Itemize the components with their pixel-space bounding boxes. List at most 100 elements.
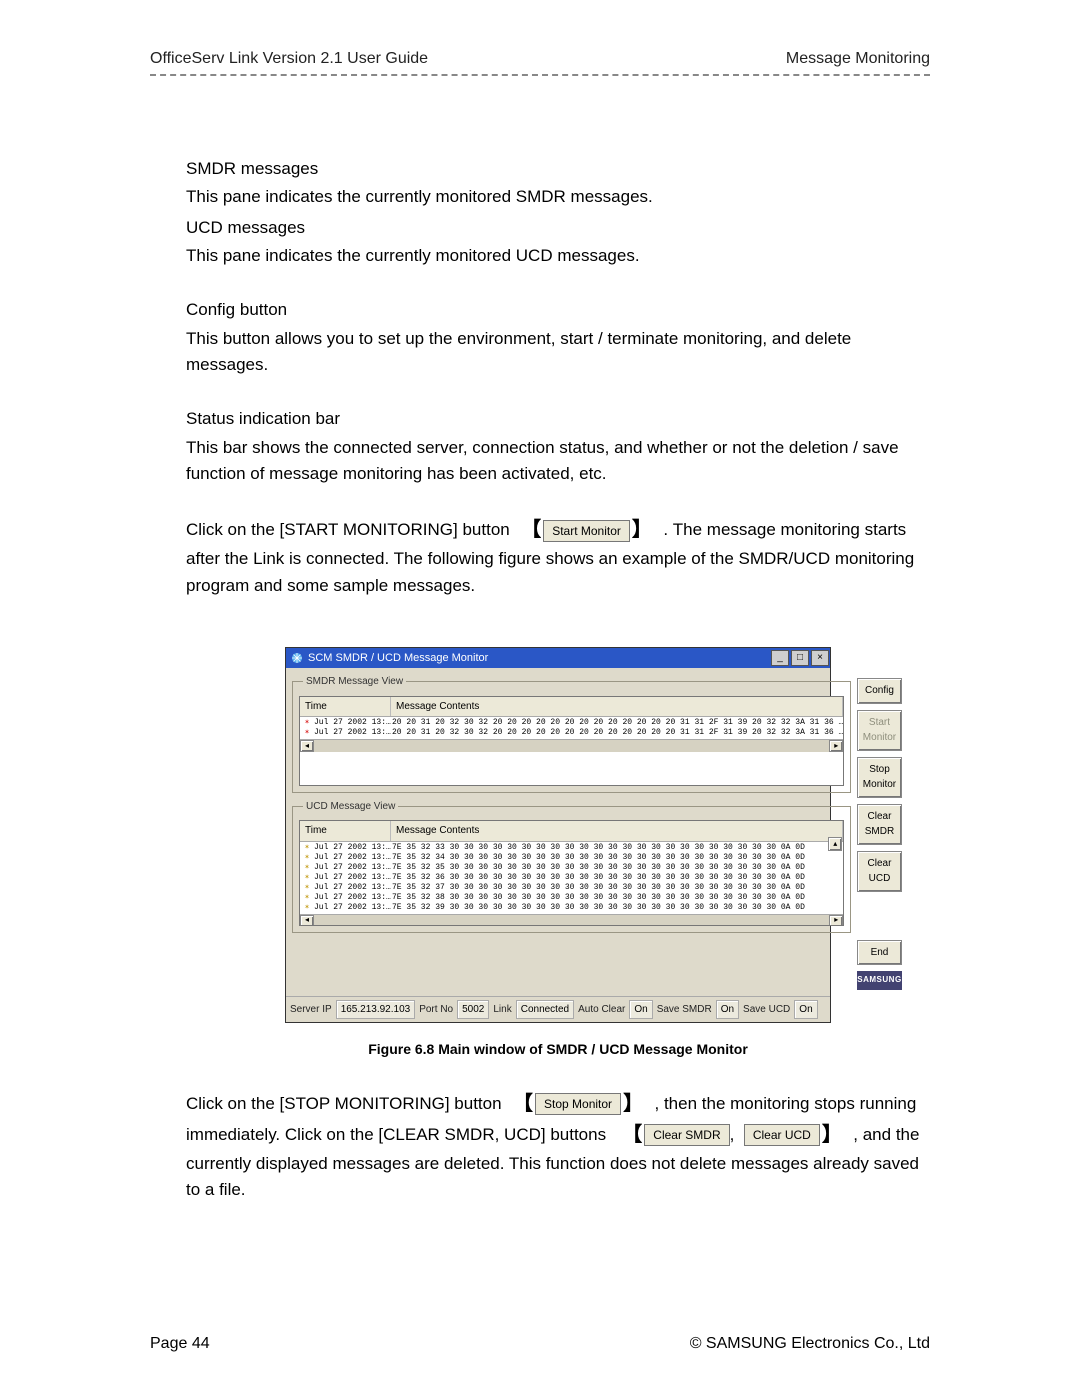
start-instruction: Click on the [START MONITORING] button 【… bbox=[186, 515, 930, 599]
scroll-left-icon[interactable]: ◂ bbox=[300, 740, 314, 752]
list-item[interactable]: ✶Jul 27 2002 13:48…20 20 31 20 32 30 32 … bbox=[300, 728, 843, 738]
status-autoclear-label: Auto Clear bbox=[578, 1002, 625, 1018]
rx-icon: ✶ bbox=[302, 903, 312, 913]
row-message: 7E 35 32 39 30 30 30 30 30 30 30 30 30 3… bbox=[392, 903, 843, 913]
clear-smdr-inline-button: Clear SMDR bbox=[644, 1124, 729, 1146]
stop-monitor-inline-button: Stop Monitor bbox=[535, 1093, 621, 1115]
status-link-value: Connected bbox=[516, 1000, 574, 1020]
samsung-logo: SAMSUNG bbox=[857, 971, 901, 989]
start-monitor-button[interactable]: Start Monitor bbox=[857, 710, 901, 751]
end-button[interactable]: End bbox=[857, 940, 901, 966]
row-time: Jul 27 2002 13:48… bbox=[314, 853, 392, 863]
scroll-right-icon[interactable]: ▸ bbox=[829, 740, 843, 752]
close-button[interactable]: × bbox=[811, 650, 829, 666]
status-autoclear-value: On bbox=[629, 1000, 652, 1020]
status-port-value: 5002 bbox=[457, 1000, 489, 1020]
smdr-list[interactable]: Time Message Contents ✶Jul 27 2002 13:48… bbox=[299, 696, 844, 786]
row-time: Jul 27 2002 13:48… bbox=[314, 728, 392, 738]
stop-monitor-button[interactable]: Stop Monitor bbox=[857, 757, 901, 798]
smdr-ucd-section: SMDR messages This pane indicates the cu… bbox=[186, 156, 930, 269]
scroll-right-icon[interactable]: ▸ bbox=[829, 915, 843, 927]
header-left: OfficeServ Link Version 2.1 User Guide bbox=[150, 50, 428, 68]
monitor-window: SCM SMDR / UCD Message Monitor _ □ × SMD… bbox=[285, 647, 831, 1023]
scroll-track[interactable] bbox=[314, 915, 829, 927]
figure-window-screenshot: SCM SMDR / UCD Message Monitor _ □ × SMD… bbox=[285, 647, 831, 1023]
list-item[interactable]: ✶Jul 27 2002 13:48…7E 35 32 34 30 30 30 … bbox=[300, 853, 843, 863]
ucd-group: UCD Message View Time Message Contents ▴… bbox=[292, 799, 851, 934]
list-item[interactable]: ✶Jul 27 2002 13:48…7E 35 32 35 30 30 30 … bbox=[300, 863, 843, 873]
list-item[interactable]: ✶Jul 27 2002 13:48…20 20 31 20 32 30 32 … bbox=[300, 718, 843, 728]
config-button[interactable]: Config bbox=[857, 678, 901, 704]
ucd-column-headers: Time Message Contents bbox=[300, 821, 843, 842]
row-message: 7E 35 32 35 30 30 30 30 30 30 30 30 30 3… bbox=[392, 863, 843, 873]
ucd-rows: ✶Jul 27 2002 13:48…7E 35 32 33 30 30 30 … bbox=[300, 842, 843, 914]
open-bracket-icon: 【 bbox=[519, 519, 543, 541]
status-bar-section: Status indication bar This bar shows the… bbox=[186, 406, 930, 487]
smdr-col-time[interactable]: Time bbox=[300, 697, 391, 717]
page: OfficeServ Link Version 2.1 User Guide M… bbox=[0, 0, 1080, 1397]
row-message: 7E 35 32 34 30 30 30 30 30 30 30 30 30 3… bbox=[392, 853, 843, 863]
close-bracket-icon: 】 bbox=[621, 1093, 645, 1115]
body-content: SMDR messages This pane indicates the cu… bbox=[186, 156, 930, 1203]
row-message: 7E 35 32 33 30 30 30 30 30 30 30 30 30 3… bbox=[392, 843, 843, 853]
smdr-heading: SMDR messages bbox=[186, 156, 930, 182]
rx-icon: ✶ bbox=[302, 863, 312, 873]
list-item[interactable]: ✶Jul 27 2002 13:48…7E 35 32 33 30 30 30 … bbox=[300, 843, 843, 853]
ucd-heading: UCD messages bbox=[186, 215, 930, 241]
start-monitor-inline-button: Start Monitor bbox=[543, 520, 630, 542]
ucd-list[interactable]: Time Message Contents ▴ ✶Jul 27 2002 13:… bbox=[299, 820, 844, 926]
row-message: 7E 35 32 37 30 30 30 30 30 30 30 30 30 3… bbox=[392, 883, 843, 893]
status-savesmdr-value: On bbox=[716, 1000, 739, 1020]
rx-icon: ✶ bbox=[302, 873, 312, 883]
running-header: OfficeServ Link Version 2.1 User Guide M… bbox=[150, 50, 930, 74]
list-item[interactable]: ✶Jul 27 2002 13:48…7E 35 32 36 30 30 30 … bbox=[300, 873, 843, 883]
smdr-column-headers: Time Message Contents bbox=[300, 697, 843, 718]
window-titlebar: SCM SMDR / UCD Message Monitor _ □ × bbox=[286, 648, 830, 668]
ucd-col-time[interactable]: Time bbox=[300, 821, 391, 841]
clear-ucd-button[interactable]: Clear UCD bbox=[857, 851, 901, 892]
status-heading: Status indication bar bbox=[186, 406, 930, 432]
smdr-col-msg[interactable]: Message Contents bbox=[391, 697, 843, 717]
minimize-button[interactable]: _ bbox=[771, 650, 789, 666]
footer-copyright: © SAMSUNG Electronics Co., Ltd bbox=[690, 1335, 930, 1353]
ucd-hscrollbar[interactable]: ◂ ▸ bbox=[300, 914, 843, 927]
open-bracket-icon: 【 bbox=[511, 1093, 535, 1115]
stop-clear-instruction: Click on the [STOP MONITORING] button 【S… bbox=[186, 1089, 930, 1204]
clear-smdr-button[interactable]: Clear SMDR bbox=[857, 804, 901, 845]
status-savesmdr-label: Save SMDR bbox=[657, 1002, 712, 1018]
footer-page: Page 44 bbox=[150, 1335, 210, 1353]
scroll-up-icon[interactable]: ▴ bbox=[828, 837, 842, 851]
row-time: Jul 27 2002 13:48… bbox=[314, 718, 392, 728]
tx-icon: ✶ bbox=[302, 728, 312, 738]
scroll-track[interactable] bbox=[314, 740, 829, 752]
smdr-hscrollbar[interactable]: ◂ ▸ bbox=[300, 739, 843, 752]
tx-icon: ✶ bbox=[302, 718, 312, 728]
maximize-button[interactable]: □ bbox=[791, 650, 809, 666]
row-message: 7E 35 32 38 30 30 30 30 30 30 30 30 30 3… bbox=[392, 893, 843, 903]
list-item[interactable]: ✶Jul 27 2002 13:48…7E 35 32 38 30 30 30 … bbox=[300, 893, 843, 903]
list-item[interactable]: ✶Jul 27 2002 13:48…7E 35 32 37 30 30 30 … bbox=[300, 883, 843, 893]
ucd-col-msg[interactable]: Message Contents bbox=[391, 821, 843, 841]
ucd-group-legend: UCD Message View bbox=[303, 799, 398, 815]
row-time: Jul 27 2002 13:48… bbox=[314, 843, 392, 853]
status-serverip-value: 165.213.92.103 bbox=[336, 1000, 416, 1020]
smdr-group-legend: SMDR Message View bbox=[303, 674, 406, 690]
row-time: Jul 27 2002 13:48… bbox=[314, 883, 392, 893]
rx-icon: ✶ bbox=[302, 853, 312, 863]
row-time: Jul 27 2002 13:48… bbox=[314, 903, 392, 913]
row-time: Jul 27 2002 13:48… bbox=[314, 863, 392, 873]
status-bar: Server IP 165.213.92.103 Port No 5002 Li… bbox=[286, 996, 830, 1023]
status-serverip-label: Server IP bbox=[290, 1002, 332, 1018]
row-time: Jul 27 2002 13:48… bbox=[314, 873, 392, 883]
smdr-group: SMDR Message View Time Message Contents … bbox=[292, 674, 851, 793]
scroll-left-icon[interactable]: ◂ bbox=[300, 915, 314, 927]
row-message: 20 20 31 20 32 30 32 20 20 20 20 20 20 2… bbox=[392, 728, 843, 738]
list-item[interactable]: ✶Jul 27 2002 13:48…7E 35 32 39 30 30 30 … bbox=[300, 903, 843, 913]
page-footer: Page 44 © SAMSUNG Electronics Co., Ltd bbox=[150, 1335, 930, 1353]
header-divider bbox=[150, 74, 930, 76]
row-message: 20 20 31 20 32 30 32 20 20 20 20 20 20 2… bbox=[392, 718, 843, 728]
status-link-label: Link bbox=[493, 1002, 511, 1018]
row-time: Jul 27 2002 13:48… bbox=[314, 893, 392, 903]
window-client-area: SMDR Message View Time Message Contents … bbox=[286, 668, 830, 995]
clear-ucd-inline-button: Clear UCD bbox=[744, 1124, 820, 1146]
